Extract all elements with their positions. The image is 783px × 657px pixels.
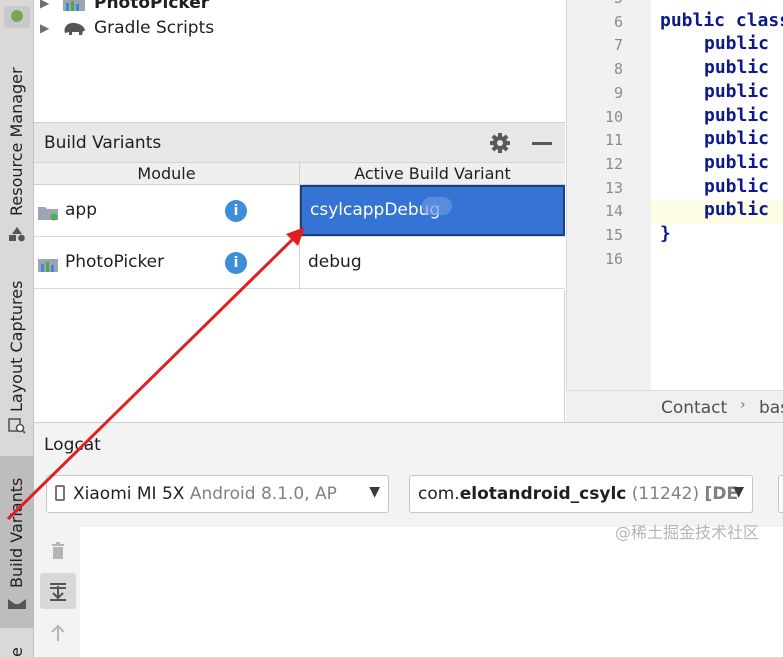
gear-icon[interactable] [489,132,511,154]
tree-item-photopicker[interactable]: ▶ PhotoPicker [40,0,209,16]
build-variant-value: csylcappDebug [310,200,441,220]
code-line: public [704,128,770,150]
project-tree: ▶ PhotoPicker ▶ Gradle Scripts [34,0,565,122]
redaction-blur [422,197,452,215]
tree-item-label: PhotoPicker [94,0,210,13]
tab-resource-manager[interactable]: Resource Manager [0,40,34,220]
code-line: public [704,199,770,221]
chevron-down-icon: ▼ [369,484,380,500]
code-line: } [660,223,671,244]
code-line: public [704,175,770,197]
module-name: PhotoPicker [65,252,165,272]
line-number: 16 [604,249,623,268]
line-number: 10 [604,107,623,126]
breadcrumb-separator-icon: › [740,397,746,413]
module-icon [63,0,85,11]
line-number: 13 [604,178,623,197]
info-icon[interactable]: i [225,200,247,222]
line-number: 9 [613,83,623,102]
code-line: public [704,104,770,126]
scroll-to-end-icon [50,583,66,601]
chevron-down-icon: ▼ [733,484,744,500]
process-name: elotandroid_csylc [459,484,627,504]
logcat-toolbar [34,527,78,657]
logcat-panel: Logcat Xiaomi MI 5X Android 8.1.0, AP ▼ … [34,422,783,657]
build-variant-value: debug [308,252,362,272]
watermark: @稀土掘金技术社区 [615,523,760,542]
minimize-icon[interactable] [532,142,552,145]
app-module-icon [38,207,58,221]
trash-icon[interactable] [40,533,76,569]
device-dropdown[interactable]: Xiaomi MI 5X Android 8.1.0, AP ▼ [46,475,389,513]
column-divider[interactable] [299,162,300,290]
gradle-elephant-icon [64,22,85,35]
line-number: 12 [604,154,623,173]
line-number: 15 [604,226,623,244]
module-name: app [65,200,97,220]
shapes-icon [9,227,25,242]
library-module-icon [38,259,58,272]
tab-layout-captures-label: Layout Captures [7,280,26,412]
tab-build-variants-label: Build Variants [7,477,26,588]
process-dropdown[interactable]: com.elotandroid_csylc (11242) [DE ▼ [409,475,753,513]
line-number: 11 [604,131,623,150]
build-variant-selector[interactable]: csylcappDebug [300,185,565,236]
breadcrumb-item[interactable]: bas [759,398,783,418]
code-editor[interactable]: 5 6 public class 7 public 8 public 9 public 10 pub… [566,0,783,390]
build-variants-title: Build Variants [44,133,162,153]
breadcrumb-item[interactable]: Contact [661,398,727,418]
column-header-active-build-variant[interactable]: Active Build Variant [300,164,565,183]
process-pid: (11242) [631,484,700,504]
code-line: public [704,80,770,102]
tab-build-variants[interactable]: Build Variants [0,456,34,628]
build-variants-empty-area [34,290,565,422]
phone-icon [55,485,65,501]
line-number: 6 [613,12,623,31]
scroll-to-end-button[interactable] [40,573,76,609]
device-name: Xiaomi MI 5X [73,484,185,504]
column-header-module[interactable]: Module [34,164,299,183]
expand-arrow-icon[interactable]: ▶ [40,0,54,10]
log-output-area[interactable] [80,527,783,657]
code-line: public class [660,9,783,31]
code-line: public [704,151,770,173]
tree-item-label: Gradle Scripts [94,18,215,38]
device-detail: Android 8.1.0, AP [189,484,337,504]
tab-resource-manager-label: Resource Manager [7,67,26,216]
arrow-up-icon[interactable] [40,615,76,651]
tree-item-gradle-scripts[interactable]: ▶ Gradle Scripts [40,15,214,41]
info-icon[interactable]: i [225,252,247,274]
expand-arrow-icon[interactable]: ▶ [40,21,54,35]
layout-capture-icon [8,418,26,434]
tab-partial-label[interactable]: e [7,647,26,657]
line-number: 8 [613,60,623,79]
breadcrumb: Contact › bas [566,390,783,422]
build-variants-header: Build Variants [34,122,565,162]
line-number: 5 [567,0,623,7]
code-line: public [704,33,770,55]
log-level-dropdown[interactable] [778,475,783,513]
line-number: 14 [604,202,623,221]
line-number: 7 [613,36,623,55]
tool-window-strip: Resource Manager Layout Captures Build V… [0,0,34,657]
logcat-title: Logcat [44,435,101,455]
build-variant-selector[interactable]: debug [300,237,565,288]
process-prefix: com. [418,484,460,504]
tab-layout-captures[interactable]: Layout Captures [0,262,34,414]
android-icon[interactable] [4,6,30,28]
build-variants-icon [8,599,26,609]
code-line: public [704,57,770,79]
